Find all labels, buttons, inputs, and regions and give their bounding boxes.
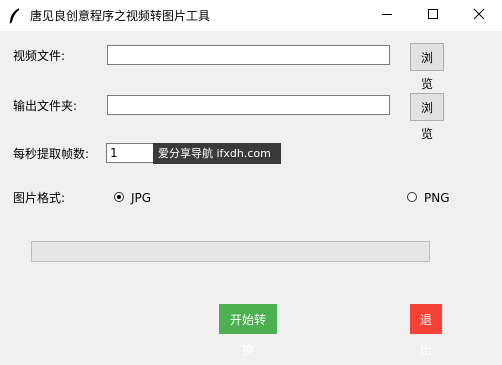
close-icon (473, 8, 485, 23)
video-file-input[interactable] (107, 45, 390, 65)
maximize-icon (427, 8, 439, 23)
video-browse-button[interactable]: 浏览 (410, 43, 444, 91)
radio-jpg[interactable] (114, 192, 124, 202)
start-convert-button[interactable]: 开始转换 (219, 304, 277, 357)
title-bar: 唐见良创意程序之视频转图片工具 (0, 0, 502, 31)
output-browse-button[interactable]: 浏览 (410, 93, 444, 141)
output-folder-label: 输出文件夹: (13, 99, 78, 113)
video-file-label: 视频文件: (13, 49, 66, 63)
image-format-label: 图片格式: (13, 191, 66, 205)
feather-icon (8, 8, 22, 24)
fps-input[interactable] (106, 143, 154, 163)
quit-button[interactable]: 退出 (410, 304, 442, 357)
radio-jpg-label[interactable]: JPG (131, 190, 151, 206)
window-title: 唐见良创意程序之视频转图片工具 (30, 9, 211, 23)
progress-bar (31, 241, 430, 262)
radio-png[interactable] (407, 192, 417, 202)
fps-label: 每秒提取帧数: (13, 147, 90, 161)
minimize-button[interactable] (364, 0, 410, 31)
minimize-icon (381, 8, 393, 23)
watermark-overlay: 爱分享导航 ifxdh.com (153, 143, 281, 164)
output-folder-input[interactable] (107, 95, 390, 115)
radio-png-label[interactable]: PNG (424, 190, 450, 206)
maximize-button[interactable] (410, 0, 456, 31)
close-button[interactable] (456, 0, 502, 31)
